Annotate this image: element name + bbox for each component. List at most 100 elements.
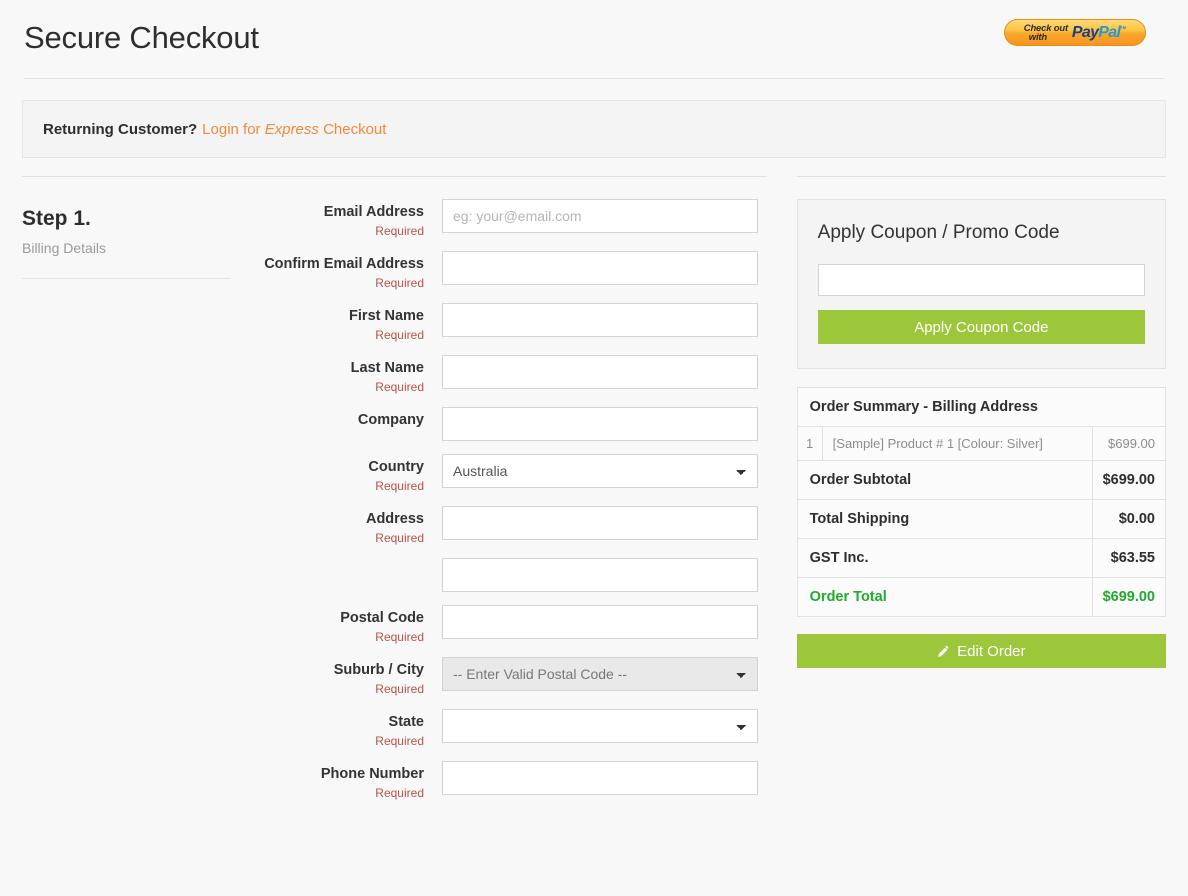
label-last-name-required: Required: [375, 380, 424, 394]
country-select[interactable]: Australia: [442, 454, 758, 488]
last-name-input[interactable]: [442, 355, 758, 389]
gst-value: $63.55: [1110, 550, 1155, 566]
coupon-code-input[interactable]: [817, 264, 1145, 296]
total-shipping-row: Total Shipping $0.00: [797, 500, 1165, 539]
field-row-address: Address Required: [252, 506, 767, 545]
order-column: Apply Coupon / Promo Code Apply Coupon C…: [796, 176, 1166, 813]
label-company: Company: [252, 407, 442, 430]
label-phone-required: Required: [375, 786, 424, 800]
label-state: State Required: [252, 709, 442, 748]
label-phone-text: Phone Number: [320, 766, 424, 782]
label-address-text: Address: [365, 511, 424, 527]
field-row-address-2: [252, 558, 767, 592]
paypal-logo-pal: Pal: [1098, 23, 1121, 41]
label-last-name: Last Name Required: [252, 355, 442, 394]
label-email: Email Address Required: [252, 199, 442, 238]
paypal-trademark: ™: [1120, 26, 1127, 33]
label-email-text: Email Address: [323, 204, 424, 220]
step-subtitle: Billing Details: [22, 240, 107, 256]
field-row-email: Email Address Required: [252, 199, 767, 238]
label-confirm-email-text: Confirm Email Address: [264, 256, 424, 272]
label-address: Address Required: [252, 506, 442, 545]
login-link-pre: Login for: [202, 120, 265, 138]
company-input[interactable]: [442, 407, 758, 441]
login-link-emphasis: Express: [264, 120, 319, 138]
coupon-panel: Apply Coupon / Promo Code Apply Coupon C…: [796, 199, 1166, 369]
pencil-icon: [938, 645, 949, 657]
product-name: [Sample] Product # 1 [Colour: Silver]: [823, 427, 1093, 460]
address-line2-input[interactable]: [442, 558, 758, 592]
total-shipping-value: $0.00: [1118, 511, 1155, 527]
page-header: Secure Checkout Check out with PayPal™: [0, 0, 1188, 70]
first-name-input[interactable]: [442, 303, 758, 337]
paypal-checkout-button[interactable]: Check out with PayPal™: [1004, 19, 1146, 46]
label-first-name: First Name Required: [252, 303, 442, 342]
order-total-value: $699.00: [1102, 589, 1155, 605]
edit-order-button[interactable]: Edit Order: [796, 634, 1166, 668]
label-state-required: Required: [375, 734, 424, 748]
product-quantity: 1: [798, 427, 823, 460]
step-indicator: Step 1. Billing Details: [22, 199, 252, 813]
order-subtotal-label: Order Subtotal: [798, 461, 1093, 499]
label-confirm-email: Confirm Email Address Required: [252, 251, 442, 290]
field-row-phone: Phone Number Required: [252, 761, 767, 800]
label-postal-code-text: Postal Code: [340, 610, 424, 626]
confirm-email-input[interactable]: [442, 251, 758, 285]
label-address-2: [252, 558, 442, 562]
returning-customer-prompt: Returning Customer?: [43, 120, 198, 138]
apply-coupon-button[interactable]: Apply Coupon Code: [817, 310, 1145, 344]
label-country-required: Required: [375, 479, 424, 493]
phone-number-input[interactable]: [442, 761, 758, 795]
label-first-name-text: First Name: [349, 308, 424, 324]
label-confirm-email-required: Required: [375, 276, 424, 290]
state-select[interactable]: [442, 709, 758, 743]
label-suburb-city: Suburb / City Required: [252, 657, 442, 696]
billing-form: Email Address Required Confirm Email Add…: [252, 199, 767, 813]
returning-customer-bar: Returning Customer? Login for Express Ch…: [22, 100, 1166, 158]
login-link-post: Checkout: [318, 120, 387, 138]
postal-code-input[interactable]: [442, 605, 758, 639]
checkout-page: Secure Checkout Check out with PayPal™ R…: [0, 0, 1188, 896]
paypal-button-text: Check out with: [1024, 23, 1068, 43]
label-postal-code: Postal Code Required: [252, 605, 442, 644]
field-row-country: Country Required Australia: [252, 454, 767, 493]
field-row-company: Company: [252, 407, 767, 441]
order-summary-panel: Order Summary - Billing Address 1 [Sampl…: [796, 387, 1166, 617]
field-row-confirm-email: Confirm Email Address Required: [252, 251, 767, 290]
express-login-link[interactable]: Login for Express Checkout: [202, 121, 386, 138]
label-state-text: State: [388, 714, 424, 730]
right-column-divider: [796, 176, 1166, 177]
suburb-city-select[interactable]: -- Enter Valid Postal Code --: [442, 657, 758, 691]
order-summary-heading: Order Summary - Billing Address: [797, 388, 1165, 427]
label-first-name-required: Required: [375, 328, 424, 342]
label-suburb-city-required: Required: [375, 682, 424, 696]
label-country-text: Country: [368, 459, 424, 475]
gst-row: GST Inc. $63.55: [797, 539, 1165, 578]
email-input[interactable]: [442, 199, 758, 233]
paypal-logo: PayPal™: [1072, 24, 1126, 42]
label-address-required: Required: [375, 531, 424, 545]
label-suburb-city-text: Suburb / City: [333, 662, 424, 678]
field-row-postal-code: Postal Code Required: [252, 605, 767, 644]
billing-column: Step 1. Billing Details Email Address Re…: [22, 176, 767, 813]
label-company-text: Company: [357, 412, 424, 428]
paypal-line2: with: [1028, 31, 1047, 43]
header-divider: [24, 78, 1164, 79]
field-row-state: State Required: [252, 709, 767, 748]
label-phone: Phone Number Required: [252, 761, 442, 800]
checkout-columns: Step 1. Billing Details Email Address Re…: [0, 176, 1188, 813]
order-summary-product-row: 1 [Sample] Product # 1 [Colour: Silver] …: [797, 427, 1165, 461]
product-amount: $699.00: [1108, 436, 1155, 451]
order-subtotal-value: $699.00: [1102, 472, 1155, 488]
order-total-label: Order Total: [798, 578, 1093, 616]
label-country: Country Required: [252, 454, 442, 493]
order-total-row: Order Total $699.00: [798, 578, 1165, 616]
field-row-first-name: First Name Required: [252, 303, 767, 342]
address-line1-input[interactable]: [442, 506, 758, 540]
label-last-name-text: Last Name: [350, 360, 424, 376]
total-shipping-label: Total Shipping: [798, 500, 1093, 538]
gst-label: GST Inc.: [798, 539, 1093, 577]
step-divider: [22, 278, 230, 279]
label-postal-code-required: Required: [375, 630, 424, 644]
step-title: Step 1.: [22, 207, 91, 230]
